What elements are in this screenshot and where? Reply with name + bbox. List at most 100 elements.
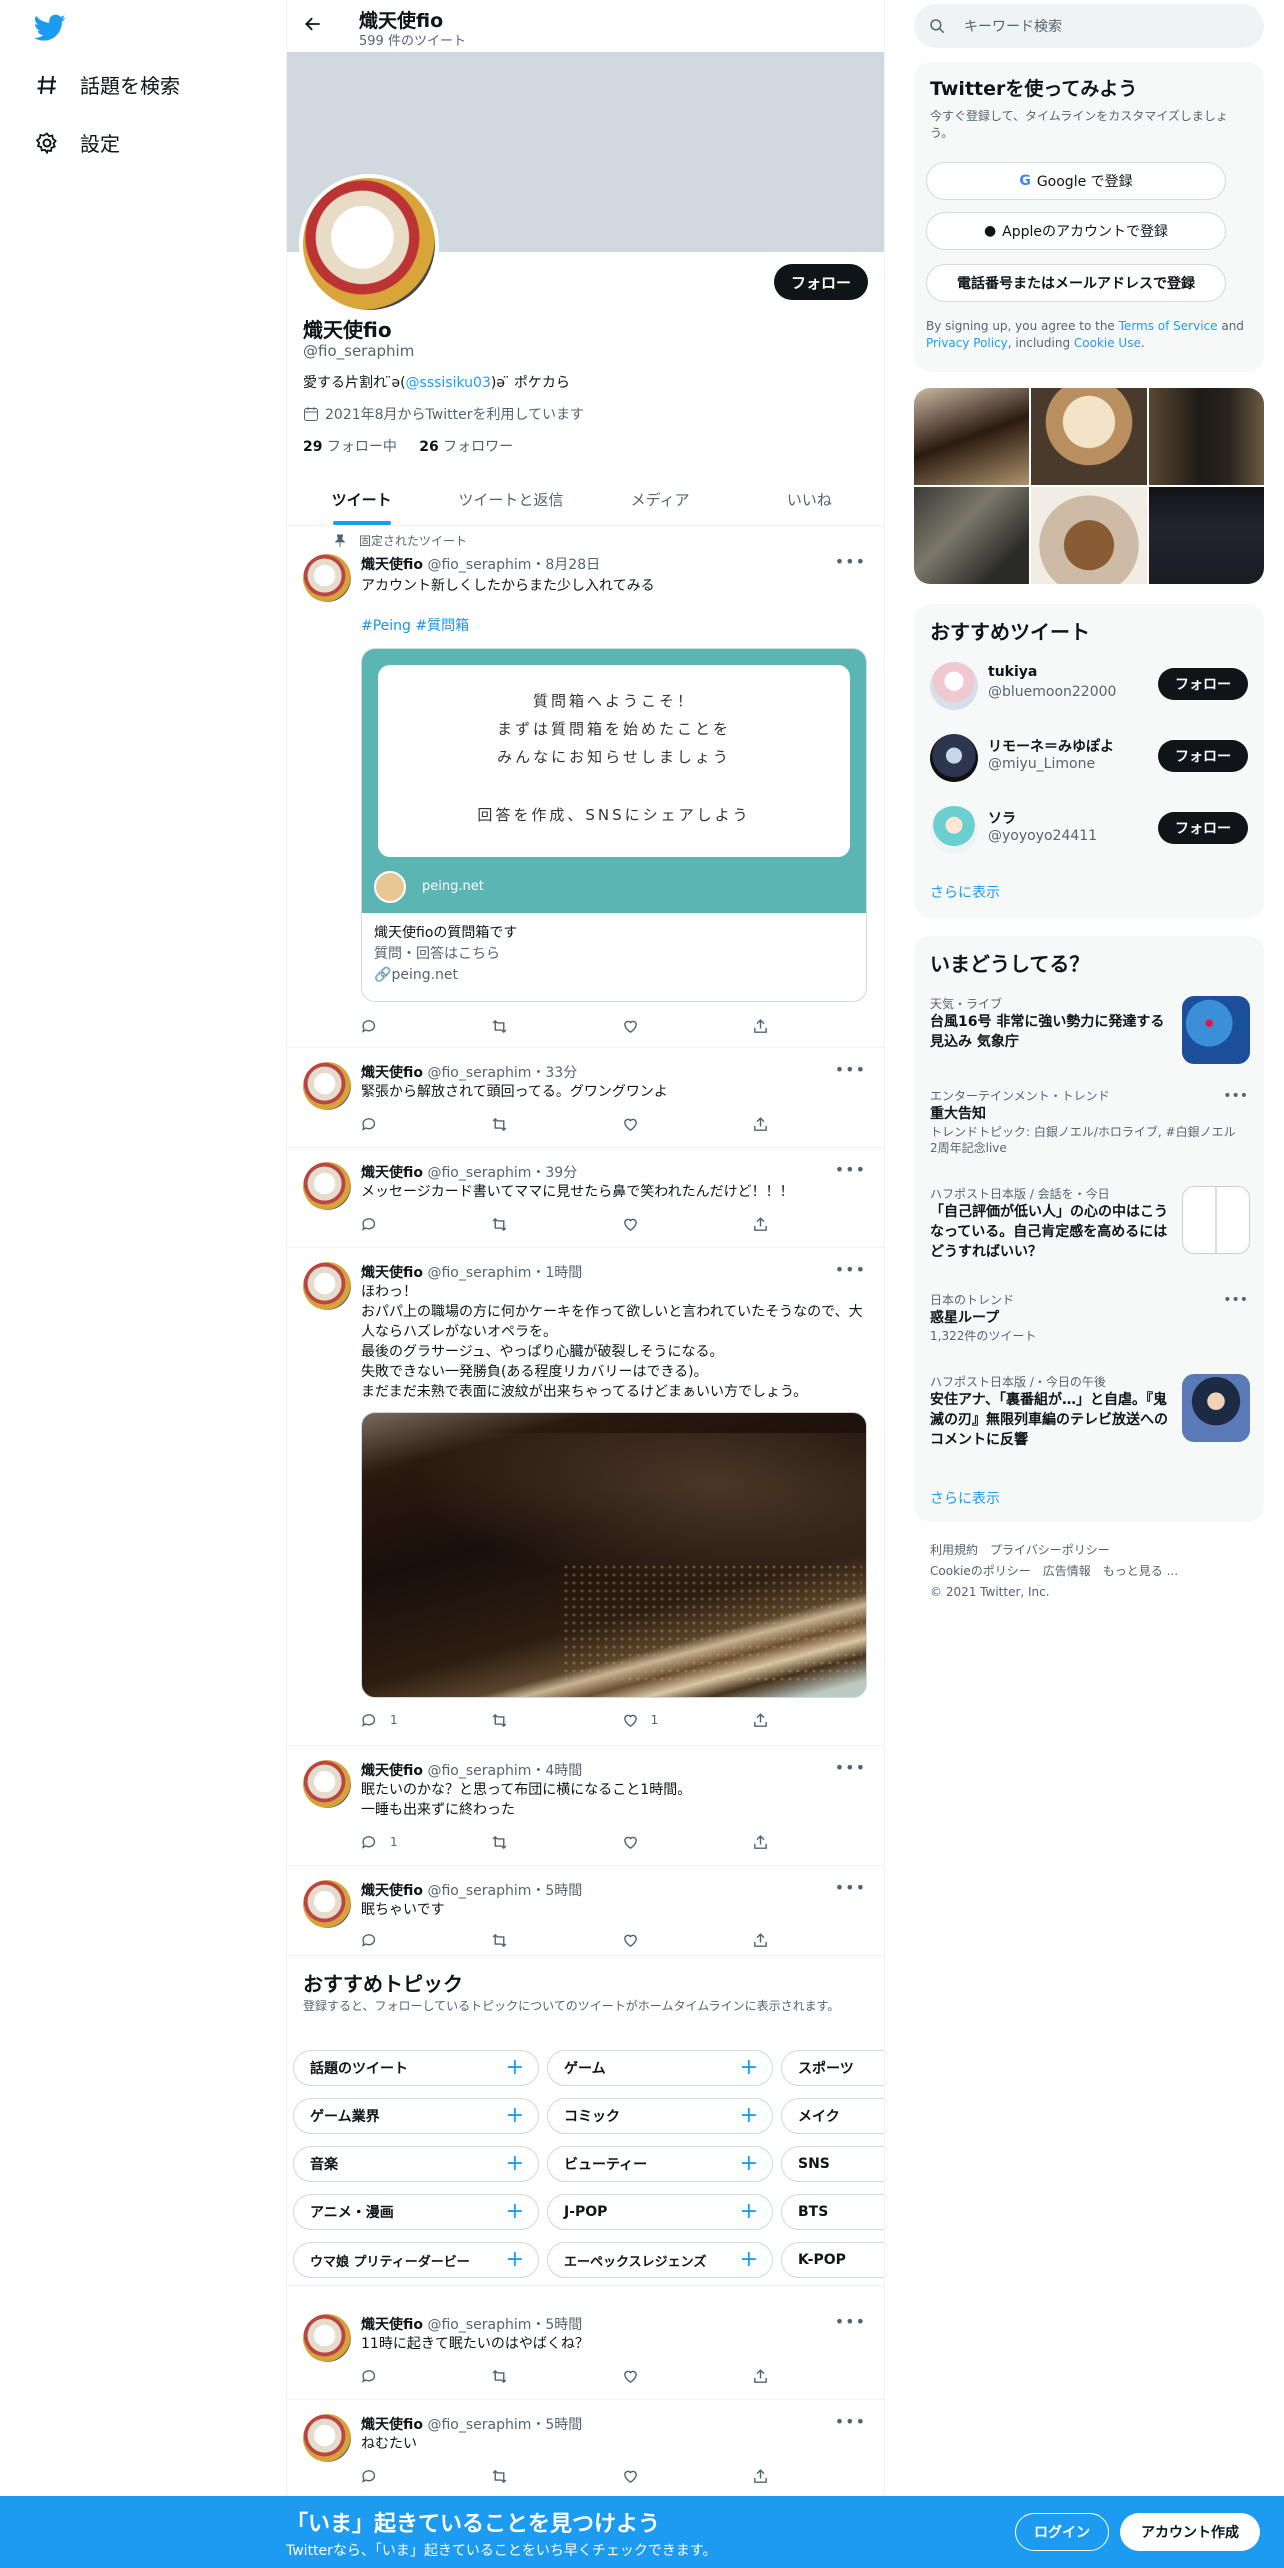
reply-button[interactable]: [361, 1930, 491, 1950]
like-button[interactable]: 1: [622, 1710, 752, 1730]
tab-media[interactable]: メディア: [586, 474, 735, 525]
topic-chip[interactable]: ウマ娘 プリティーダービー +: [293, 2242, 539, 2278]
topic-chip[interactable]: アニメ・漫画 +: [293, 2194, 539, 2230]
retweet-button[interactable]: [491, 1114, 621, 1134]
media-thumbnail[interactable]: [914, 388, 1030, 485]
reply-button[interactable]: [361, 2466, 491, 2486]
media-thumbnail[interactable]: [1148, 388, 1264, 485]
reply-button[interactable]: 1: [361, 1832, 491, 1852]
like-button[interactable]: [622, 1114, 752, 1134]
topic-chip[interactable]: ビューティー +: [547, 2146, 773, 2182]
tweet-pinned[interactable]: 固定されたツイート 熾天使fio @fio_seraphim・8月28日 •••…: [287, 526, 884, 1048]
media-thumbnail[interactable]: [1148, 487, 1264, 584]
topic-chip[interactable]: ゲーム +: [547, 2050, 773, 2086]
cake-photo[interactable]: [361, 1412, 867, 1698]
retweet-button[interactable]: [491, 1710, 621, 1730]
retweet-button[interactable]: [491, 1832, 621, 1852]
show-more-link[interactable]: さらに表示: [930, 1488, 1000, 1508]
reply-button[interactable]: 1: [361, 1710, 491, 1730]
like-button[interactable]: [622, 2366, 752, 2386]
share-button[interactable]: [752, 1016, 781, 1036]
footer-link[interactable]: もっと見る ...: [1103, 1564, 1178, 1578]
nav-explore[interactable]: 話題を検索: [34, 70, 180, 99]
avatar[interactable]: [930, 806, 978, 854]
avatar[interactable]: [303, 2314, 351, 2362]
more-options-icon[interactable]: •••: [835, 2412, 866, 2431]
like-button[interactable]: [622, 2466, 752, 2486]
retweet-button[interactable]: [491, 1930, 621, 1950]
footer-link[interactable]: 広告情報: [1043, 1564, 1091, 1578]
follow-suggestion[interactable]: リモーネ＝みゆぽよ @miyu_Limone フォロー: [914, 722, 1264, 794]
profile-avatar[interactable]: [299, 174, 439, 314]
more-options-icon[interactable]: •••: [835, 1160, 866, 1179]
avatar[interactable]: [303, 1880, 351, 1928]
more-options-icon[interactable]: •••: [1223, 1292, 1248, 1308]
tab-likes[interactable]: いいね: [735, 474, 884, 525]
tab-tweets[interactable]: ツイート: [287, 474, 436, 525]
share-button[interactable]: [752, 1930, 781, 1950]
more-options-icon[interactable]: •••: [835, 1758, 866, 1777]
tweet[interactable]: 熾天使fio @fio_seraphim・39分 ••• メッセージカード書いて…: [287, 1148, 884, 1248]
follow-suggestion[interactable]: tukiya @bluemoon22000 フォロー: [914, 650, 1264, 722]
reply-button[interactable]: [361, 1016, 491, 1036]
reply-button[interactable]: [361, 2366, 491, 2386]
follow-suggestion[interactable]: ソラ @yoyoyo24411 フォロー: [914, 794, 1264, 866]
topic-chip[interactable]: J-POP +: [547, 2194, 773, 2230]
avatar[interactable]: [303, 1262, 351, 1310]
topic-chip[interactable]: 音楽 +: [293, 2146, 539, 2182]
retweet-button[interactable]: [491, 1214, 621, 1234]
retweet-button[interactable]: [491, 2366, 621, 2386]
avatar[interactable]: [930, 734, 978, 782]
back-arrow-icon[interactable]: [303, 14, 323, 39]
tweet[interactable]: 熾天使fio @fio_seraphim・4時間 ••• 眠たいのかな？と思って…: [287, 1746, 884, 1866]
retweet-button[interactable]: [491, 1016, 621, 1036]
login-button[interactable]: ログイン: [1015, 2513, 1109, 2551]
trend-item[interactable]: ハフポスト日本版 /・今日の午後 安住アナ、「裏番組が…」と自虐。『鬼滅の刃』無…: [930, 1374, 1250, 1454]
share-button[interactable]: [752, 1114, 781, 1134]
bio-mention-link[interactable]: @sssisiku03: [406, 375, 491, 391]
trend-item[interactable]: 日本のトレンド 惑星ループ 1,322件のツイート •••: [930, 1292, 1250, 1343]
following-link[interactable]: 29 フォロー中: [303, 439, 397, 455]
topic-chip[interactable]: スポーツ: [781, 2050, 884, 2086]
tweet[interactable]: 熾天使fio @fio_seraphim・5時間 ••• 11時に起きて眠たいの…: [287, 2300, 884, 2400]
trend-item[interactable]: ハフポスト日本版 / 会話を・今日 「自己評価が低い人」の心の中はこうなっている…: [930, 1186, 1250, 1272]
topic-chip[interactable]: ゲーム業界 +: [293, 2098, 539, 2134]
follow-button[interactable]: フォロー: [774, 264, 868, 300]
like-button[interactable]: [622, 1016, 752, 1036]
tweet[interactable]: 熾天使fio @fio_seraphim・5時間 ••• 眠ちゃいです: [287, 1866, 884, 1956]
topic-chip[interactable]: 話題のツイート +: [293, 2050, 539, 2086]
tweet[interactable]: 熾天使fio @fio_seraphim・33分 ••• 緊張から解放されて頭回…: [287, 1048, 884, 1148]
show-more-link[interactable]: さらに表示: [930, 882, 1000, 902]
more-options-icon[interactable]: •••: [835, 1060, 866, 1079]
signup-button[interactable]: アカウント作成: [1120, 2513, 1260, 2551]
avatar[interactable]: [303, 1760, 351, 1808]
like-button[interactable]: [622, 1930, 752, 1950]
media-thumbnail[interactable]: [1031, 388, 1147, 485]
apple-signup-button[interactable]: ● Appleのアカウントで登録: [926, 212, 1226, 250]
google-signup-button[interactable]: G Google で登録: [926, 162, 1226, 200]
retweet-button[interactable]: [491, 2466, 621, 2486]
avatar[interactable]: [303, 1162, 351, 1210]
tab-tweets-and-replies[interactable]: ツイートと返信: [436, 474, 585, 525]
share-button[interactable]: [752, 1832, 781, 1852]
share-button[interactable]: [752, 2466, 781, 2486]
avatar[interactable]: [303, 1062, 351, 1110]
more-options-icon[interactable]: •••: [835, 1260, 866, 1279]
followers-link[interactable]: 26 フォロワー: [419, 439, 513, 455]
trend-item[interactable]: 天気・ライブ 台風16号 非常に強い勢力に発達する見込み 気象庁: [930, 996, 1250, 1066]
like-button[interactable]: [622, 1214, 752, 1234]
footer-link[interactable]: プライバシーポリシー: [990, 1543, 1110, 1557]
more-options-icon[interactable]: •••: [835, 552, 866, 571]
share-button[interactable]: [752, 1214, 781, 1234]
topic-chip[interactable]: メイク: [781, 2098, 884, 2134]
more-options-icon[interactable]: •••: [835, 2312, 866, 2331]
link-card[interactable]: 質問箱へようこそ！ まずは質問箱を始めたことを みんなにお知らせしましょう 回答…: [361, 648, 867, 1002]
search-input[interactable]: キーワード検索: [964, 16, 1062, 36]
reply-button[interactable]: [361, 1114, 491, 1134]
tweet[interactable]: 熾天使fio @fio_seraphim・5時間 ••• ねむたい: [287, 2400, 884, 2500]
follow-button[interactable]: フォロー: [1158, 668, 1248, 700]
follow-button[interactable]: フォロー: [1158, 740, 1248, 772]
cookie-link[interactable]: Cookie Use: [1074, 336, 1141, 350]
search-box[interactable]: キーワード検索: [914, 4, 1264, 48]
topic-chip[interactable]: K-POP: [781, 2242, 884, 2278]
